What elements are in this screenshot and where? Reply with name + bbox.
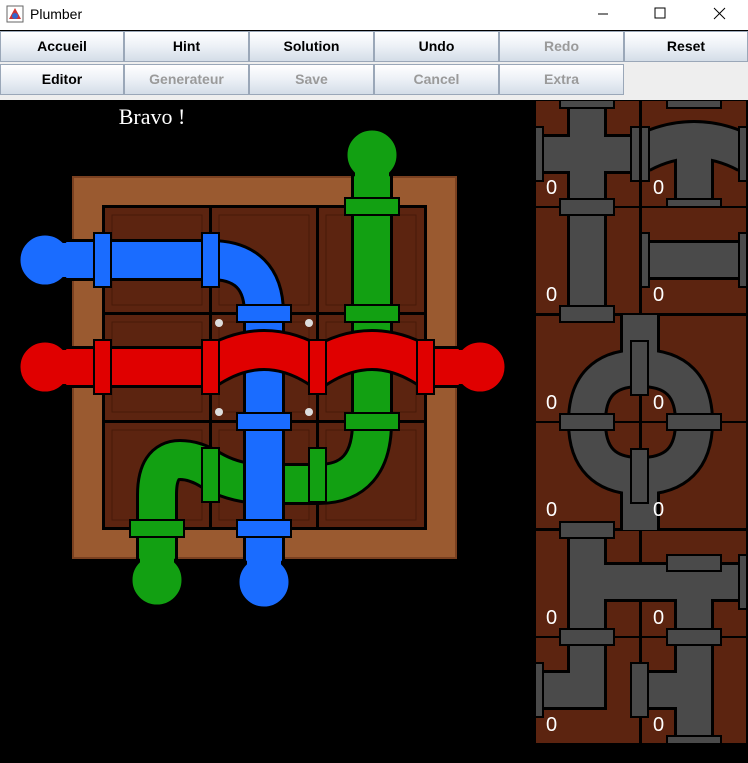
title-bar: Plumber [0, 0, 748, 30]
toolbar: Accueil Hint Solution Undo Redo Reset Ed… [0, 31, 748, 97]
piece-count: 0 [546, 284, 557, 306]
editor-button[interactable]: Editor [0, 64, 124, 95]
piece-count: 0 [546, 607, 557, 629]
piece-count: 0 [546, 499, 557, 521]
game-canvas[interactable]: Bravo ! 0 0 0 0 0 0 0 0 0 0 0 0 [0, 100, 748, 763]
minimize-button-area[interactable] [580, 0, 626, 30]
extra-button[interactable]: Extra [499, 64, 624, 95]
accueil-button[interactable]: Accueil [0, 31, 124, 62]
piece-count: 0 [653, 499, 664, 521]
redo-button[interactable]: Redo [499, 31, 624, 62]
piece-count: 0 [653, 392, 664, 414]
close-button[interactable] [697, 0, 743, 30]
piece-count: 0 [546, 714, 557, 736]
minimize-glyph-icon [598, 13, 608, 15]
solution-button[interactable]: Solution [249, 31, 374, 62]
reset-button[interactable]: Reset [624, 31, 748, 62]
close-icon [713, 7, 726, 20]
maximize-icon [654, 7, 666, 19]
app-icon [6, 5, 24, 23]
pieces-panel: 0 0 0 0 0 0 0 0 0 0 0 0 [534, 100, 748, 745]
bravo-message: Bravo ! [119, 104, 186, 129]
piece-count: 0 [653, 714, 664, 736]
window-title: Plumber [30, 6, 83, 22]
piece-count: 0 [653, 284, 664, 306]
piece-count: 0 [653, 177, 664, 199]
maximize-button[interactable] [637, 0, 683, 30]
cancel-button[interactable]: Cancel [374, 64, 499, 95]
game-area[interactable]: Bravo ! 0 0 0 0 0 0 0 0 0 0 0 0 [0, 100, 748, 763]
undo-button[interactable]: Undo [374, 31, 499, 62]
generateur-button[interactable]: Generateur [124, 64, 249, 95]
piece-count: 0 [546, 392, 557, 414]
hint-button[interactable]: Hint [124, 31, 249, 62]
piece-count: 0 [653, 607, 664, 629]
save-button[interactable]: Save [249, 64, 374, 95]
piece-count: 0 [546, 177, 557, 199]
